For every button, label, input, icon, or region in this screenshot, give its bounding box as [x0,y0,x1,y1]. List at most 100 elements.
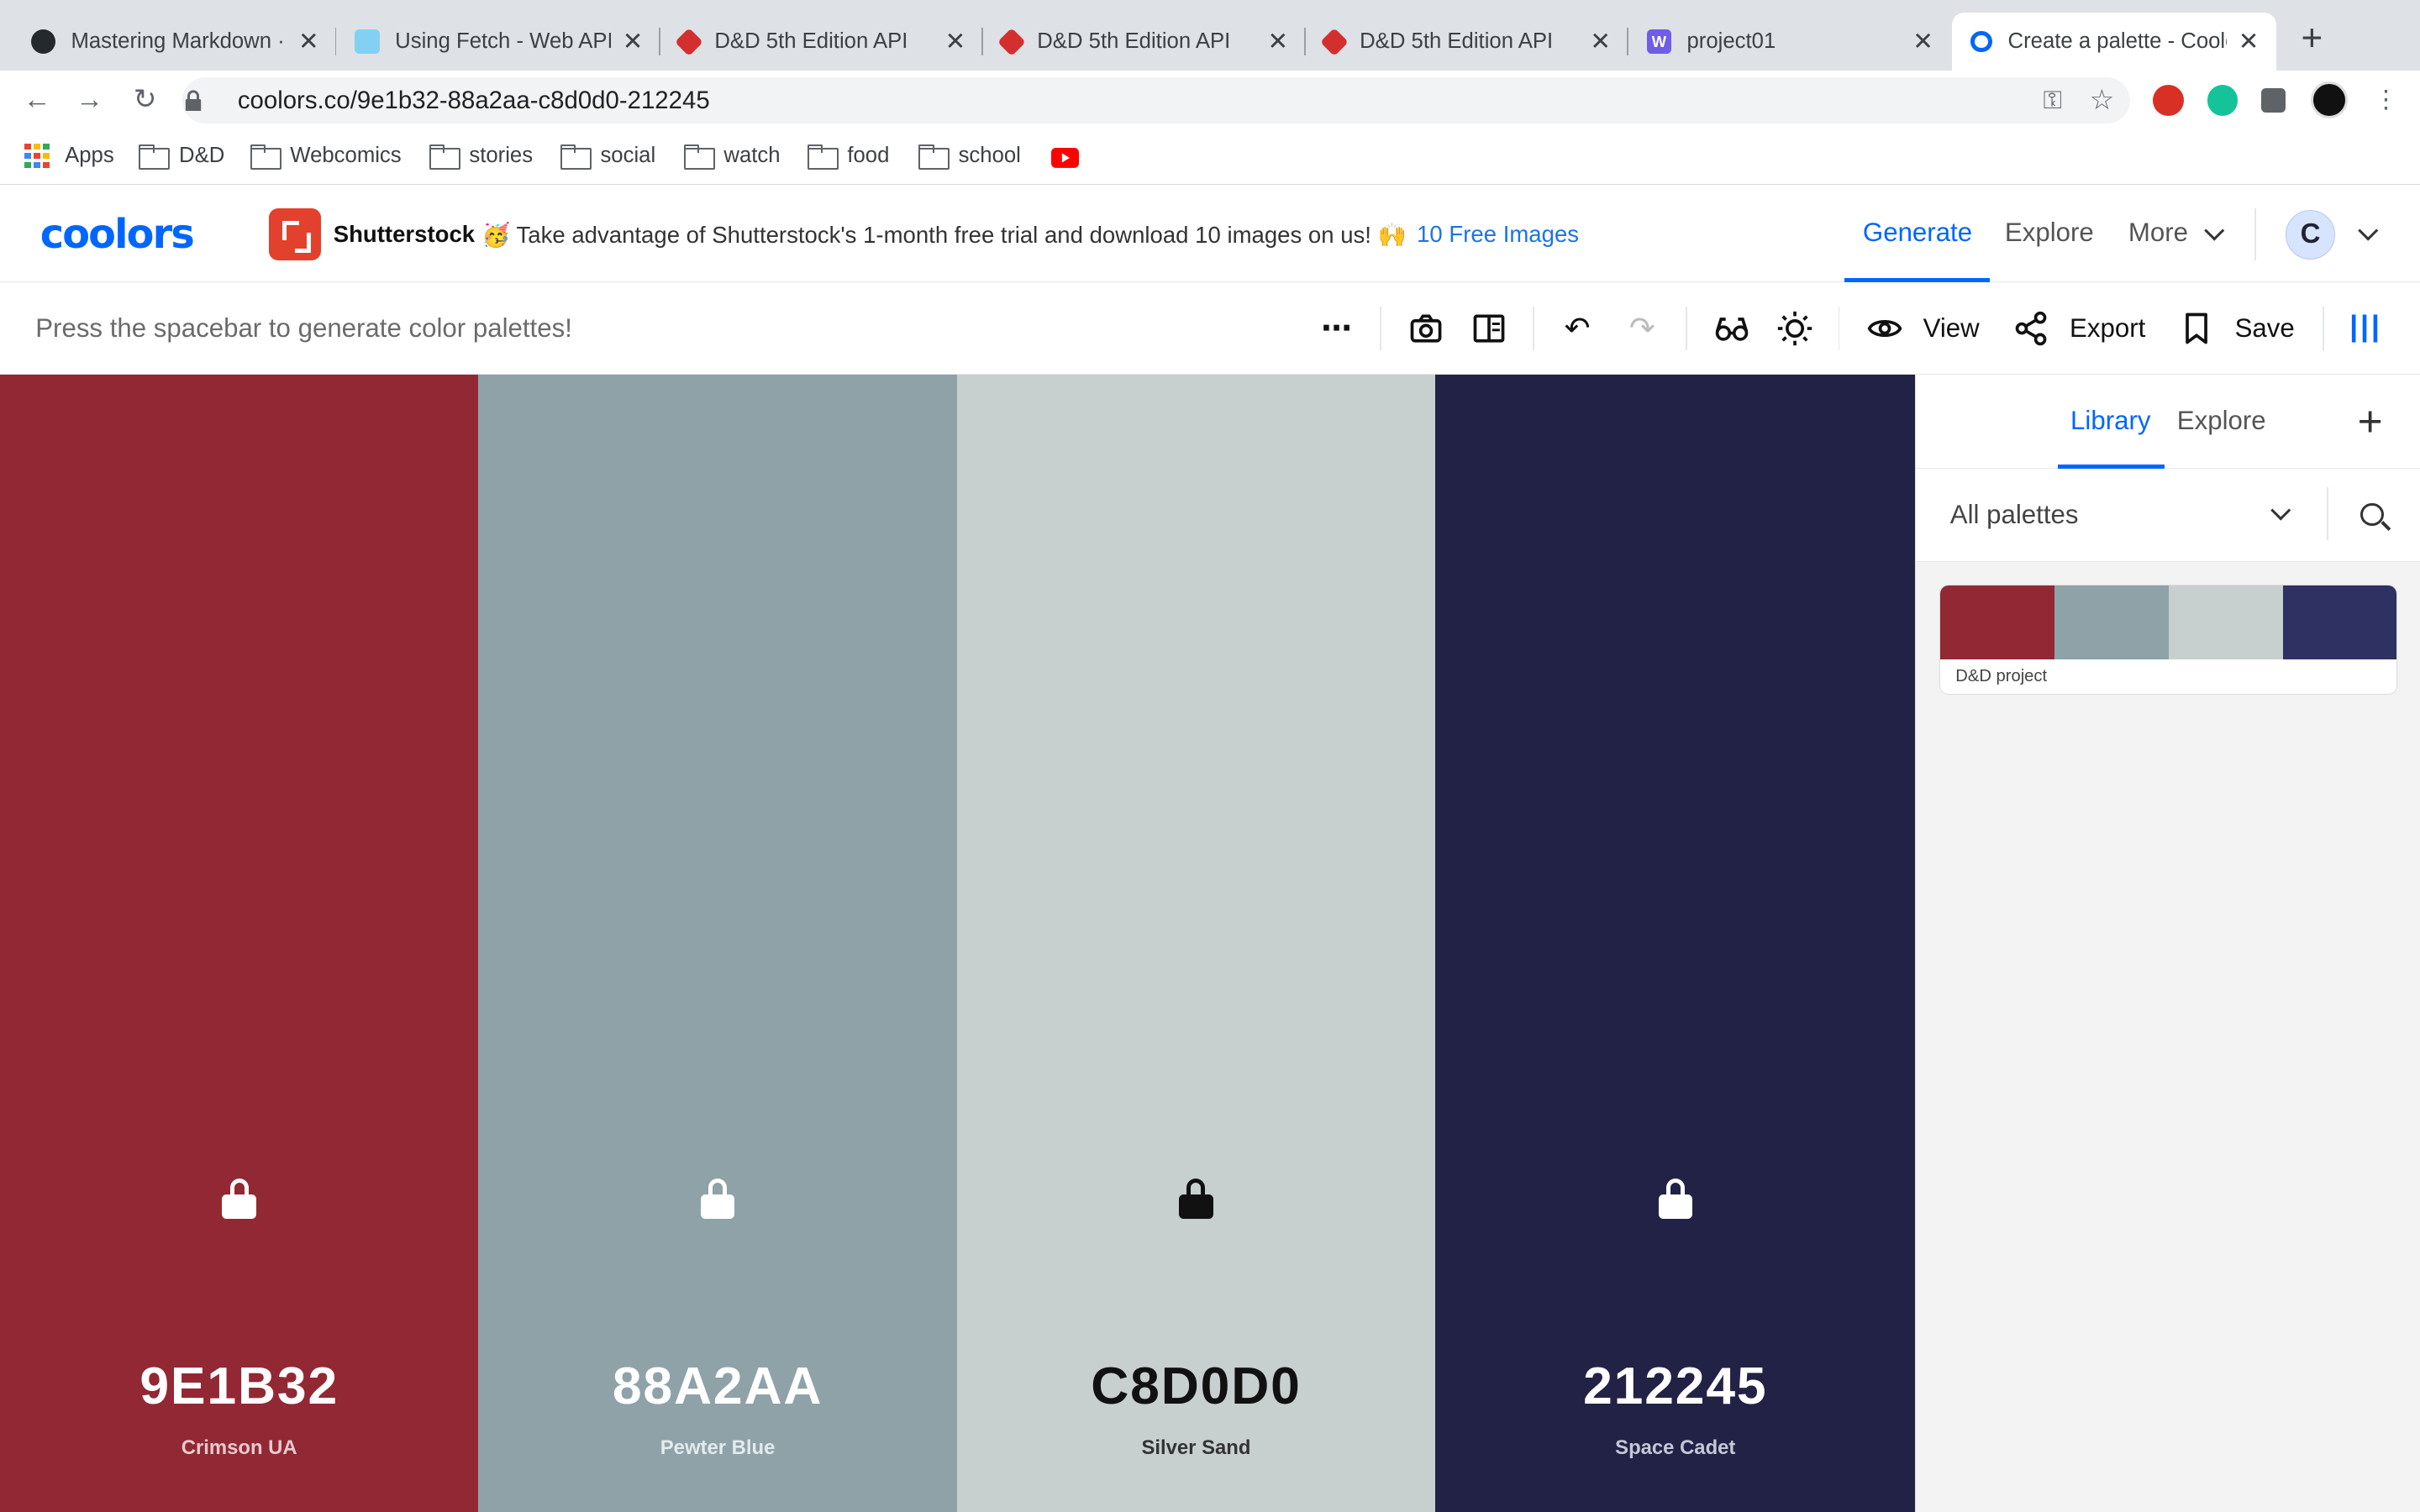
color-hex-code[interactable]: 212245 [1435,1356,1915,1416]
browser-tab[interactable]: W project01 ✕ [1628,13,1951,71]
close-tab-icon[interactable]: ✕ [620,27,644,56]
grammarly-extension-icon[interactable] [2207,85,2238,116]
bookmark-folder[interactable]: school [918,144,1021,171]
browser-menu-icon[interactable]: ⋮ [2370,85,2402,116]
palette-filter-select[interactable]: All palettes [1950,500,2079,530]
camera-icon[interactable] [1407,310,1444,347]
adblock-extension-icon[interactable] [2153,85,2184,116]
profile-avatar-icon[interactable] [2310,81,2348,119]
more-options-icon[interactable]: ⋯ [1318,310,1355,347]
browser-tab[interactable]: Using Fetch - Web API ✕ [336,13,661,71]
bookmark-folder[interactable]: food [807,144,889,171]
nav-more[interactable]: More [2128,218,2188,248]
lock-icon[interactable] [184,89,203,112]
shutterstock-logo-icon[interactable] [268,207,322,261]
url-text[interactable]: coolors.co/9e1b32-88a2aa-c8d0d0-212245 [238,87,710,115]
redo-icon[interactable]: ↷ [1623,310,1660,347]
color-hex-code[interactable]: C8D0D0 [957,1356,1435,1416]
palette-color-column[interactable]: 212245 Space Cadet [1435,375,1916,1512]
extensions-puzzle-icon[interactable] [2260,87,2286,113]
toolbar-divider [1685,307,1687,350]
search-icon[interactable] [2360,502,2384,527]
saved-palette-swatch[interactable] [2054,585,2169,660]
forward-arrow-icon[interactable]: → [74,84,105,116]
tab-library[interactable]: Library [2070,406,2150,436]
account-chevron-down-icon[interactable] [2358,220,2379,241]
add-icon[interactable]: + [2358,399,2383,443]
color-name[interactable]: Silver Sand [957,1436,1435,1460]
toolbar-divider [1380,307,1381,350]
bookmark-folder[interactable]: D&D [139,143,225,171]
saved-palette-swatches[interactable] [1939,585,2397,660]
coolors-logo[interactable]: coolors [40,212,195,258]
back-arrow-icon[interactable]: ← [22,84,53,116]
omnibox[interactable]: coolors.co/9e1b32-88a2aa-c8d0d0-212245 ⚿… [182,76,2130,123]
palette-color-column[interactable]: 88A2AA Pewter Blue [478,375,957,1512]
new-tab-button[interactable]: + [2293,19,2330,59]
bookmark-folder[interactable]: social [560,143,656,171]
ad-brand-name[interactable]: Shutterstock [334,221,475,248]
bookmark-icon[interactable] [2178,310,2215,347]
unlocked-lock-icon[interactable] [1658,1179,1692,1219]
color-name[interactable]: Space Cadet [1435,1436,1915,1460]
bookmark-youtube[interactable] [1050,148,1079,169]
unlocked-lock-icon[interactable] [700,1179,735,1219]
bookmark-label: social [600,143,656,167]
panel-tabs: Library Explore + [1916,375,2420,470]
browser-tab-strip: Mastering Markdown · ✕ Using Fetch - Web… [0,0,2420,71]
bookmark-star-icon[interactable]: ☆ [2090,83,2115,117]
browser-tab-active[interactable]: Create a palette - Coolors ✕ [1952,12,2277,71]
share-icon[interactable] [2012,310,2049,347]
saved-palette-swatch[interactable] [2282,585,2397,660]
tab-explore[interactable]: Explore [2177,406,2266,436]
color-name[interactable]: Pewter Blue [478,1436,956,1460]
chevron-down-icon[interactable] [2271,500,2291,520]
undo-icon[interactable]: ↶ [1559,310,1596,347]
close-tab-icon[interactable]: ✕ [1265,27,1290,56]
folder-icon [918,144,950,171]
columns-view-icon[interactable] [2346,310,2383,347]
export-button[interactable]: Export [2070,313,2145,344]
view-button[interactable]: View [1923,313,1980,344]
browser-tab[interactable]: D&D 5th Edition API ✕ [1306,13,1628,71]
close-tab-icon[interactable]: ✕ [1588,27,1612,56]
glasses-icon[interactable] [1713,310,1750,347]
close-tab-icon[interactable]: ✕ [943,27,967,56]
color-name[interactable]: Crimson UA [0,1436,478,1460]
eye-icon[interactable] [1866,310,1903,347]
user-avatar[interactable]: C [2286,209,2335,260]
ad-link[interactable]: 10 Free Images [1417,221,1579,248]
unlocked-lock-icon[interactable] [222,1179,256,1219]
saved-palette-swatch[interactable] [1939,585,2054,660]
palette-color-column[interactable]: C8D0D0 Silver Sand [956,375,1436,1512]
close-tab-icon[interactable]: ✕ [2236,27,2260,56]
color-hex-code[interactable]: 88A2AA [478,1356,956,1416]
palette-color-column[interactable]: 9E1B32 Crimson UA [0,375,479,1512]
save-button[interactable]: Save [2235,313,2295,344]
bookmark-label: stories [469,143,534,167]
bookmark-apps[interactable]: Apps [24,143,114,169]
nav-generate[interactable]: Generate [1863,218,1972,248]
browser-tab[interactable]: D&D 5th Edition API ✕ [983,13,1306,71]
bookmark-folder[interactable]: watch [683,143,781,171]
saved-palette-swatch[interactable] [2168,585,2283,660]
bookmark-folder[interactable]: Webcomics [250,144,402,171]
saved-palette-name[interactable]: D&D project [1955,667,2047,686]
close-tab-icon[interactable]: ✕ [297,27,321,56]
nav-explore[interactable]: Explore [2005,218,2094,248]
chevron-down-icon[interactable] [2204,220,2224,241]
close-tab-icon[interactable]: ✕ [1911,27,1935,56]
saved-palette-card[interactable]: D&D project [1939,585,2398,695]
coolors-icon [1970,30,1993,53]
locked-lock-icon[interactable] [1179,1179,1213,1219]
bookmark-folder[interactable]: stories [429,143,534,171]
browser-tab[interactable]: Mastering Markdown · ✕ [13,13,337,71]
browser-tab[interactable]: D&D 5th Edition API ✕ [660,13,983,71]
bookmark-label: D&D [179,143,225,167]
split-view-icon[interactable] [1470,310,1507,347]
color-hex-code[interactable]: 9E1B32 [0,1356,478,1416]
key-icon[interactable]: ⚿ [2044,87,2062,115]
reload-icon[interactable]: ↻ [129,84,160,116]
bookmark-label: watch [723,143,781,167]
brightness-icon[interactable] [1776,310,1813,347]
